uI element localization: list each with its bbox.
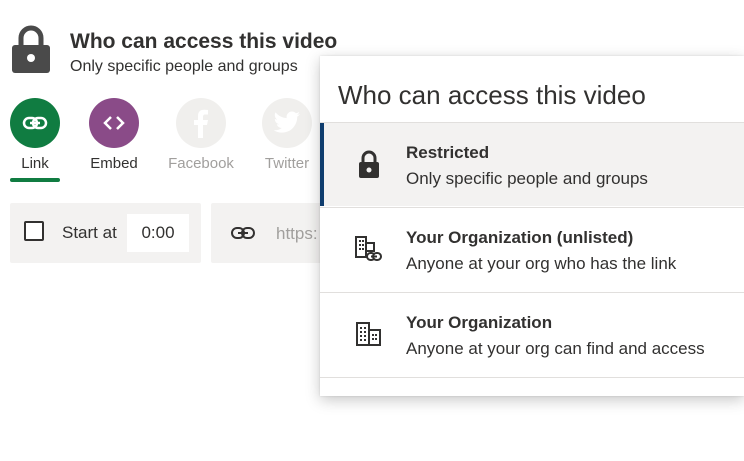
share-facebook-label: Facebook (168, 155, 234, 172)
share-embed-label: Embed (90, 155, 138, 172)
building-icon (356, 322, 381, 346)
access-option-org-unlisted[interactable]: Your Organization (unlisted) Anyone at y… (320, 207, 744, 291)
panel-title: Who can access this video (70, 30, 338, 53)
building-link-icon (355, 236, 382, 261)
access-option-restricted[interactable]: Restricted Only specific people and grou… (320, 122, 744, 206)
link-icon (231, 227, 255, 239)
start-at-label: Start at (62, 223, 117, 242)
share-url-text: https: (276, 224, 318, 243)
selected-tab-indicator (10, 178, 60, 182)
facebook-icon (176, 98, 226, 148)
share-url-field[interactable]: https: (211, 203, 331, 263)
lock-icon (12, 25, 50, 73)
access-dropdown: Who can access this video Restricted Onl… (320, 56, 744, 396)
access-option-org[interactable]: Your Organization Anyone at your org can… (320, 292, 744, 376)
start-time-input[interactable] (127, 214, 189, 252)
share-facebook-button[interactable]: Facebook (167, 98, 235, 172)
twitter-icon (262, 98, 312, 148)
lock-icon (359, 150, 379, 178)
selected-option-indicator (320, 123, 324, 206)
panel-subtitle[interactable]: Only specific people and groups (70, 58, 298, 76)
option-description: Only specific people and groups (406, 169, 648, 188)
option-title: Your Organization (406, 313, 553, 332)
option-description: Anyone at your org can find and access (406, 339, 705, 358)
share-embed-button[interactable]: Embed (80, 98, 148, 172)
embed-code-icon (89, 98, 139, 148)
share-twitter-label: Twitter (264, 155, 310, 172)
start-at-control: Start at (10, 203, 201, 263)
access-dropdown-title: Who can access this video (338, 80, 646, 110)
option-title: Restricted (406, 143, 490, 162)
link-icon (10, 98, 60, 148)
start-at-checkbox[interactable] (24, 221, 44, 241)
share-link-button[interactable]: Link (1, 98, 69, 172)
option-title: Your Organization (unlisted) (406, 228, 634, 247)
option-description: Anyone at your org who has the link (406, 254, 677, 273)
share-link-label: Link (21, 155, 49, 172)
share-twitter-button[interactable]: Twitter (253, 98, 321, 172)
access-option-more[interactable] (320, 377, 744, 461)
